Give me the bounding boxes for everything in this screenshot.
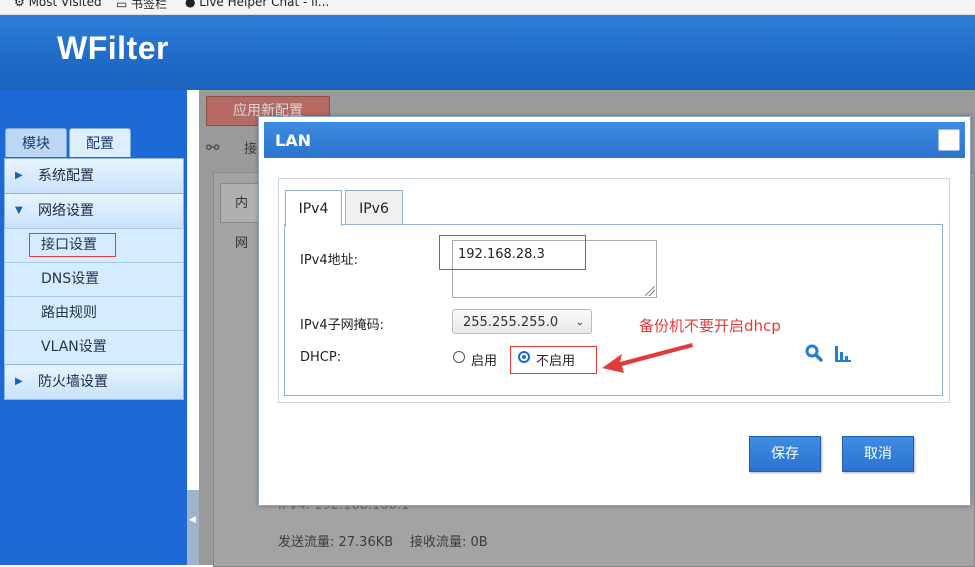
dialog-title: LAN bbox=[275, 131, 311, 150]
save-button[interactable]: 保存 bbox=[749, 436, 821, 472]
app-header: WFilter bbox=[0, 15, 975, 90]
subnet-mask-select[interactable]: 255.255.255.0 ⌄ bbox=[452, 309, 592, 334]
sidebar-item-dns[interactable]: DNS设置 bbox=[4, 262, 184, 296]
annotation-arrow bbox=[602, 343, 693, 373]
resize-grip-icon[interactable] bbox=[645, 286, 655, 296]
bookmark-most-visited[interactable]: ⚙ Most Visited bbox=[14, 0, 102, 9]
dialog-titlebar: LAN bbox=[264, 122, 965, 158]
chevron-left-icon: ◀ bbox=[189, 515, 196, 525]
tab-ipv6[interactable]: IPv6 bbox=[345, 190, 403, 225]
tab-ipv4[interactable]: IPv4 bbox=[285, 190, 342, 226]
chevron-right-icon: ▶ bbox=[15, 170, 23, 181]
sidebar-item-firewall[interactable]: ▶ 防火墙设置 bbox=[4, 364, 184, 400]
tab-config[interactable]: 配置 bbox=[69, 128, 131, 157]
dhcp-enable-radio[interactable] bbox=[453, 351, 465, 363]
bar-chart-icon[interactable] bbox=[834, 345, 852, 368]
sidebar-item-routing[interactable]: 路由规则 bbox=[4, 296, 184, 330]
sent-traffic: 发送流量: 27.36KB bbox=[278, 535, 394, 550]
tab-modules[interactable]: 模块 bbox=[5, 128, 67, 157]
chevron-right-icon: ▶ bbox=[15, 376, 23, 387]
annotation-text: 备份机不要开启dhcp bbox=[639, 317, 781, 335]
sidebar-item-system[interactable]: ▶ 系统配置 bbox=[4, 158, 184, 193]
bookmark-folder[interactable]: ▭ 书签栏 bbox=[116, 0, 167, 12]
sidebar-collapse-handle[interactable]: ◀ bbox=[187, 490, 199, 565]
chevron-down-icon: ⌄ bbox=[575, 317, 584, 328]
sidebar-menu: ▶ 系统配置 ▼ 网络设置 接口设置 DNS设置 路由规则 VLAN设置 ▶ 防… bbox=[4, 158, 184, 400]
sidebar-item-network[interactable]: ▼ 网络设置 bbox=[4, 193, 184, 228]
annotation-box-dhcp bbox=[510, 346, 597, 374]
chevron-down-icon: ▼ bbox=[15, 205, 23, 216]
subnet-mask-label: IPv4子网掩码: bbox=[300, 318, 385, 333]
annotation-box-ip bbox=[439, 235, 586, 270]
dhcp-enable-label: 启用 bbox=[471, 354, 498, 369]
sidebar-item-vlan[interactable]: VLAN设置 bbox=[4, 330, 184, 364]
sidebar-item-interface[interactable]: 接口设置 bbox=[4, 228, 184, 262]
bookmark-live-helper[interactable]: ● Live Helper Chat - li... bbox=[185, 0, 329, 9]
cancel-button[interactable]: 取消 bbox=[842, 436, 914, 472]
dhcp-label: DHCP: bbox=[300, 350, 342, 365]
tab-lan-bg[interactable]: 内网 bbox=[220, 183, 260, 251]
close-button[interactable] bbox=[938, 129, 960, 151]
breadcrumb: 接 bbox=[244, 142, 258, 157]
bookmarks-bar: ⚙ Most Visited ▭ 书签栏 ● Live Helper Chat … bbox=[0, 0, 975, 15]
app-logo: WFilter bbox=[57, 30, 169, 66]
recv-traffic: 接收流量: 0B bbox=[410, 535, 488, 550]
search-icon[interactable] bbox=[805, 344, 823, 367]
network-icon: ⚯ bbox=[206, 138, 220, 157]
ipv4-address-label: IPv4地址: bbox=[300, 253, 359, 268]
lan-dialog: LAN IPv4 IPv6 IPv4地址: 192.168.28.3 IPv4子… bbox=[258, 116, 971, 506]
